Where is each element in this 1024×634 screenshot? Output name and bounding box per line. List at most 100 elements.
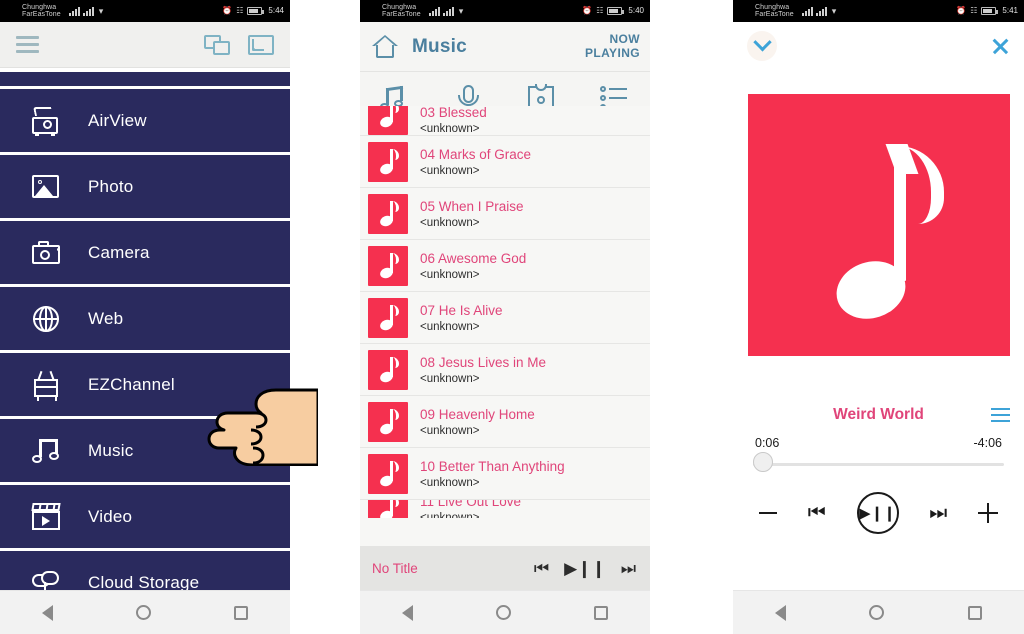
song-artist: <unknown> [420, 164, 480, 177]
android-nav-bar-panel2 [360, 590, 650, 634]
list-item[interactable]: 09 Heavenly Home <unknown> [360, 396, 650, 448]
player-controls: ⏮ ▶❙❙ ⏭ [733, 466, 1024, 534]
sidebar-item-camera[interactable]: Camera [0, 221, 290, 284]
clock-label: 5:40 [628, 5, 644, 15]
song-artist: <unknown> [420, 476, 480, 489]
next-button[interactable]: ⏭ [621, 560, 636, 577]
album-thumb-icon [368, 106, 408, 135]
song-artist: <unknown> [420, 512, 480, 518]
top-bar-actions [204, 34, 274, 55]
seek-handle[interactable] [753, 452, 773, 472]
volume-up-button[interactable] [978, 503, 998, 523]
home-icon[interactable] [495, 605, 511, 620]
sidebar-item-airview[interactable]: AirView [0, 89, 290, 152]
vibrate-icon: ☷ [236, 5, 244, 15]
song-title: 10 Better Than Anything [420, 458, 565, 474]
list-item[interactable]: 11 Live Out Love <unknown> [360, 500, 650, 518]
alarm-icon: ⏰ [582, 5, 593, 15]
hamburger-menu-icon[interactable] [16, 36, 39, 53]
album-thumb-icon [368, 193, 408, 234]
album-thumb-icon [368, 349, 408, 390]
carrier-label: Chunghwa FarEasTone [382, 3, 421, 18]
song-artist: <unknown> [420, 424, 480, 437]
play-pause-button[interactable]: ▶❙❙ [856, 492, 899, 534]
song-title: 07 He Is Alive [420, 302, 503, 318]
list-item[interactable]: 03 Blessed <unknown> [360, 106, 650, 136]
status-bar-panel2: Chunghwa FarEasTone ▾ ⏰ ☷ 5:40 [360, 0, 650, 22]
sidebar-item-photo[interactable]: Photo [0, 155, 290, 218]
list-item[interactable]: 10 Better Than Anything <unknown> [360, 448, 650, 500]
battery-icon [981, 7, 999, 15]
clock-label: 5:41 [1002, 5, 1018, 15]
status-right: ⏰ ☷ 5:44 [222, 0, 284, 22]
now-playing-button[interactable]: NOW PLAYING [585, 32, 640, 61]
album-thumb-icon [368, 297, 408, 338]
music-note-icon [747, 94, 1010, 356]
screenshot-stage: Chunghwa FarEasTone ▾ ⏰ ☷ 5:44 AirView P… [0, 0, 1024, 634]
home-icon[interactable] [372, 34, 398, 59]
sidebar-item-video[interactable]: Video [0, 485, 290, 548]
close-icon[interactable] [991, 37, 1010, 56]
list-item[interactable]: 08 Jesus Lives in Me <unknown> [360, 344, 650, 396]
android-nav-bar-panel3 [733, 590, 1024, 634]
home-icon[interactable] [869, 605, 885, 620]
signal-bars-2-icon [815, 6, 827, 16]
signal-bars-icon [801, 6, 813, 16]
battery-icon [607, 7, 625, 15]
recents-icon[interactable] [594, 605, 609, 620]
status-bar-panel3: Chunghwa FarEasTone ▾ ⏰ ☷ 5:41 [733, 0, 1024, 22]
song-title: 05 When I Praise [420, 198, 524, 214]
seek-bar[interactable] [733, 450, 1024, 472]
volume-down-button[interactable] [759, 511, 777, 515]
album-thumb-icon [368, 401, 408, 442]
list-item[interactable]: 04 Marks of Grace <unknown> [360, 136, 650, 188]
recents-icon[interactable] [968, 605, 983, 620]
carrier-label: Chunghwa FarEasTone [755, 3, 794, 18]
play-pause-button[interactable]: ▶❙❙ [564, 560, 606, 577]
mini-player-bar: No Title ⏮ ▶❙❙ ⏭ [360, 546, 650, 590]
album-art-container [733, 94, 1024, 356]
song-artist: <unknown> [420, 372, 480, 385]
previous-button[interactable]: ⏮ [808, 503, 826, 523]
back-icon[interactable] [401, 604, 413, 621]
app-top-bar [0, 22, 290, 68]
back-icon[interactable] [774, 604, 786, 621]
song-artist: <unknown> [420, 320, 480, 333]
sidebar-menu: AirView Photo Camera Web EZChannel Music… [0, 86, 290, 614]
camera-icon [30, 238, 64, 268]
signal-icons: ▾ [68, 6, 103, 16]
song-list[interactable]: 03 Blessed <unknown> 04 Marks of Grace <… [360, 106, 650, 546]
back-icon[interactable] [41, 604, 53, 621]
music-note-icon [30, 436, 64, 466]
multi-window-icon[interactable] [204, 34, 230, 55]
album-thumb-icon [368, 500, 408, 518]
mini-player-controls: ⏮ ▶❙❙ ⏭ [534, 560, 636, 577]
signal-bars-2-icon [442, 6, 454, 16]
list-item[interactable]: 07 He Is Alive <unknown> [360, 292, 650, 344]
panel-music-list: Chunghwa FarEasTone ▾ ⏰ ☷ 5:40 Music NOW… [360, 0, 650, 634]
song-title: 06 Awesome God [420, 250, 527, 266]
home-icon[interactable] [135, 605, 151, 620]
chevron-down-icon[interactable] [747, 31, 777, 61]
album-thumb-icon [368, 141, 408, 182]
seek-track[interactable] [753, 463, 1004, 466]
album-thumb-icon [368, 245, 408, 286]
vibrate-icon: ☷ [970, 5, 978, 15]
song-meta: 08 Jesus Lives in Me <unknown> [420, 355, 546, 385]
sidebar-item-label: Video [88, 506, 133, 526]
next-button[interactable]: ⏭ [929, 503, 947, 523]
screen-cast-icon[interactable] [248, 34, 274, 55]
elapsed-time: 0:06 [755, 436, 780, 450]
list-item[interactable]: 06 Awesome God <unknown> [360, 240, 650, 292]
recents-icon[interactable] [234, 605, 249, 620]
track-title-row: Weird World [733, 406, 1024, 424]
panel-now-playing: Chunghwa FarEasTone ▾ ⏰ ☷ 5:41 Weird Wor… [733, 0, 1024, 634]
signal-icons: ▾ [428, 6, 463, 16]
queue-list-icon[interactable] [991, 408, 1010, 423]
menu-partial-strip [0, 72, 290, 86]
sidebar-item-web[interactable]: Web [0, 287, 290, 350]
previous-button[interactable]: ⏮ [534, 560, 549, 577]
android-nav-bar-panel1 [0, 590, 290, 634]
list-item[interactable]: 05 When I Praise <unknown> [360, 188, 650, 240]
song-meta: 09 Heavenly Home <unknown> [420, 407, 535, 437]
